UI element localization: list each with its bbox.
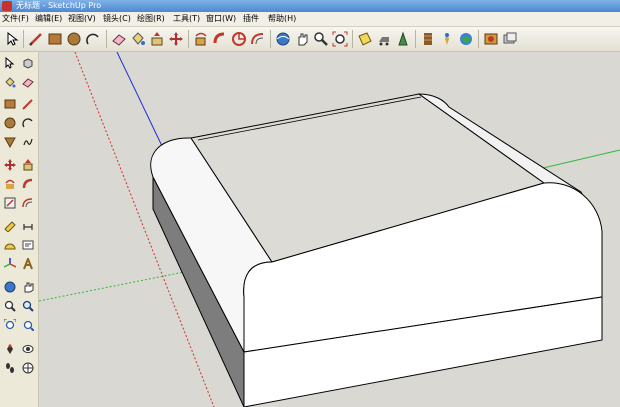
axes-icon[interactable] (1, 255, 18, 272)
rotate-icon[interactable] (191, 29, 211, 49)
look-around-icon[interactable] (418, 29, 438, 49)
rectangle-icon[interactable] (45, 29, 65, 49)
push-pull-icon[interactable] (147, 29, 167, 49)
styles-icon[interactable] (500, 29, 520, 49)
menu-plugins[interactable]: 插件 (243, 12, 259, 26)
line-icon[interactable] (19, 95, 36, 112)
eraser-icon[interactable] (19, 73, 36, 90)
main-toolbar (0, 27, 620, 52)
tape-measure-icon[interactable] (1, 217, 18, 234)
sketchup-logo-icon (2, 1, 12, 11)
rectangle-icon[interactable] (1, 95, 18, 112)
menu-camera[interactable]: 镜头(C) (103, 12, 131, 26)
paint-bucket-icon[interactable] (1, 73, 18, 90)
arc-icon[interactable] (83, 29, 103, 49)
circle-icon[interactable] (64, 29, 84, 49)
offset-icon[interactable] (19, 194, 36, 211)
follow-me-icon[interactable] (210, 29, 230, 49)
arc-icon[interactable] (19, 114, 36, 131)
toolbar-separator (188, 30, 189, 48)
rotate-icon[interactable] (1, 175, 18, 192)
pan-icon[interactable] (19, 278, 36, 295)
circle-icon[interactable] (1, 114, 18, 131)
toolbar-separator (478, 30, 479, 48)
position-camera-icon[interactable] (393, 29, 413, 49)
follow-me-icon[interactable] (19, 175, 36, 192)
title-bar: 无标题 - SketchUp Pro (0, 0, 620, 12)
toolbar-separator (270, 30, 271, 48)
previous-view-icon[interactable] (19, 316, 36, 333)
walk-icon[interactable] (1, 359, 18, 376)
3d-text-icon[interactable] (19, 255, 36, 272)
window-title: 无标题 - SketchUp Pro (16, 1, 102, 10)
text-icon[interactable] (19, 236, 36, 253)
pencil-icon[interactable] (26, 29, 46, 49)
freehand-icon[interactable] (19, 133, 36, 150)
polygon-icon[interactable] (1, 133, 18, 150)
select-icon[interactable] (1, 54, 18, 71)
menu-file[interactable]: 文件(F) (2, 12, 29, 26)
eraser-icon[interactable] (109, 29, 129, 49)
model-viewport[interactable] (39, 52, 620, 407)
section-plane-icon[interactable] (19, 359, 36, 376)
scale-icon[interactable] (229, 29, 249, 49)
menu-help[interactable]: 帮助(H) (268, 12, 296, 26)
position-camera-icon[interactable] (1, 340, 18, 357)
menu-bar: 文件(F) 编辑(E) 视图(V) 镜头(C) 绘图(R) 工具(T) 窗口(W… (0, 12, 620, 27)
make-component-icon[interactable] (19, 54, 36, 71)
scale-icon[interactable] (1, 194, 18, 211)
protractor-icon[interactable] (1, 236, 18, 253)
look-around-icon[interactable] (19, 340, 36, 357)
components-icon[interactable] (456, 29, 476, 49)
toolbar-separator (106, 30, 107, 48)
zoom-icon[interactable] (1, 297, 18, 314)
select-icon[interactable] (2, 29, 22, 49)
move-icon[interactable] (1, 156, 18, 173)
zoom-extents-icon[interactable] (330, 29, 350, 49)
walk-icon[interactable] (374, 29, 394, 49)
toolbar-separator (352, 30, 353, 48)
toolbar-separator (23, 30, 24, 48)
menu-edit[interactable]: 编辑(E) (35, 12, 62, 26)
menu-tools[interactable]: 工具(T) (173, 12, 200, 26)
push-pull-icon[interactable] (19, 156, 36, 173)
orbit-icon[interactable] (273, 29, 293, 49)
green-axis-dashed-line (39, 269, 195, 302)
menu-view[interactable]: 视图(V) (68, 12, 96, 26)
left-toolbar (0, 52, 39, 407)
zoom-icon[interactable] (311, 29, 331, 49)
zoom-window-icon[interactable] (19, 297, 36, 314)
section-plane-icon[interactable] (355, 29, 375, 49)
paint-bucket-icon[interactable] (128, 29, 148, 49)
orbit-icon[interactable] (1, 278, 18, 295)
offset-icon[interactable] (248, 29, 268, 49)
layer-icon[interactable] (437, 29, 457, 49)
zoom-extents-icon[interactable] (1, 316, 18, 333)
pan-icon[interactable] (292, 29, 312, 49)
materials-icon[interactable] (481, 29, 501, 49)
dimension-icon[interactable] (19, 217, 36, 234)
toolbar-separator (415, 30, 416, 48)
menu-draw[interactable]: 绘图(R) (137, 12, 165, 26)
move-icon[interactable] (166, 29, 186, 49)
menu-window[interactable]: 窗口(W) (206, 12, 236, 26)
